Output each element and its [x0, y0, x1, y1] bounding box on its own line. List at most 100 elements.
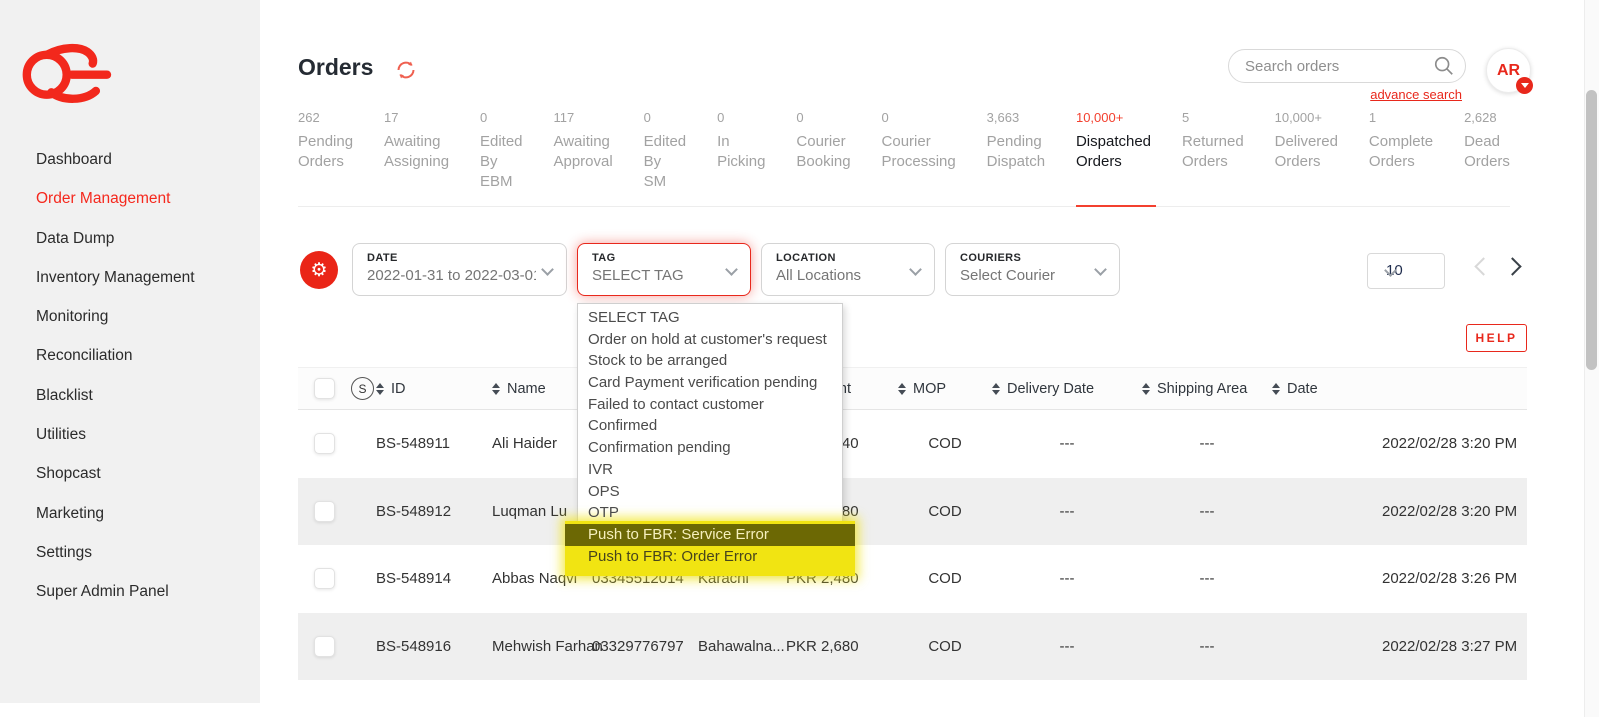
- sidebar-item-dashboard[interactable]: Dashboard: [0, 140, 260, 179]
- row-checkbox[interactable]: [314, 636, 335, 657]
- table-header-row: S ID Name Amount MOP Delivery Date Shipp…: [298, 367, 1527, 410]
- search-input[interactable]: [1228, 49, 1466, 83]
- table-row[interactable]: BS-548914Abbas Naqvi03345512014KarachiPK…: [298, 545, 1527, 613]
- tab-edited-by-ebm[interactable]: 0Edited By EBM: [480, 110, 523, 206]
- search-icon[interactable]: [1433, 55, 1455, 77]
- cell-id: BS-548914: [376, 570, 492, 587]
- tab-count: 0: [480, 110, 523, 125]
- tab-count: 17: [384, 110, 449, 125]
- column-header-date[interactable]: Date: [1272, 381, 1527, 397]
- sidebar-item-inventory-management[interactable]: Inventory Management: [0, 258, 260, 297]
- tab-returned-orders[interactable]: 5Returned Orders: [1182, 110, 1244, 206]
- avatar[interactable]: AR: [1486, 48, 1531, 93]
- column-header-shipping-area[interactable]: Shipping Area: [1142, 381, 1272, 397]
- tab-awaiting-approval[interactable]: 117Awaiting Approval: [553, 110, 612, 206]
- pager-next-button[interactable]: [1503, 257, 1521, 275]
- tag-filter-value: SELECT TAG: [592, 267, 720, 284]
- table-row[interactable]: BS-548912Luqman LuPKR 2,380COD------2022…: [298, 478, 1527, 546]
- tab-pending-dispatch[interactable]: 3,663Pending Dispatch: [987, 110, 1045, 206]
- pager-prev-button[interactable]: [1474, 257, 1492, 275]
- tab-dead-orders[interactable]: 2,628Dead Orders: [1464, 110, 1510, 206]
- help-button[interactable]: HELP: [1466, 324, 1527, 352]
- sort-icon[interactable]: [376, 383, 384, 395]
- sidebar-item-settings[interactable]: Settings: [0, 533, 260, 572]
- cell-id: BS-548912: [376, 503, 492, 520]
- avatar-chevron-down-icon[interactable]: [1516, 77, 1533, 94]
- row-checkbox[interactable]: [314, 433, 335, 454]
- tab-dispatched-orders[interactable]: 10,000+Dispatched Orders: [1076, 110, 1151, 206]
- chevron-down-icon: [909, 263, 922, 276]
- tag-option-push-to-fbr-order-error[interactable]: Push to FBR: Order Error: [565, 546, 855, 568]
- refresh-button[interactable]: [394, 58, 418, 82]
- tag-option-push-to-fbr-service-error[interactable]: Push to FBR: Service Error: [565, 524, 855, 546]
- sort-icon[interactable]: [492, 383, 500, 395]
- vertical-scrollbar-thumb[interactable]: [1586, 90, 1597, 370]
- tag-option-otp[interactable]: OTP: [578, 502, 842, 524]
- sort-icon[interactable]: [992, 383, 1000, 395]
- column-header-delivery-date[interactable]: Delivery Date: [992, 381, 1142, 397]
- tab-label: Returned Orders: [1182, 132, 1244, 172]
- cell-mop: COD: [898, 570, 992, 587]
- sidebar-item-utilities[interactable]: Utilities: [0, 415, 260, 454]
- sidebar-item-blacklist[interactable]: Blacklist: [0, 376, 260, 415]
- tag-option-ivr[interactable]: IVR: [578, 459, 842, 481]
- sidebar-item-monitoring[interactable]: Monitoring: [0, 297, 260, 336]
- table-row[interactable]: BS-548911Ali HaiderPKR 2,440COD------202…: [298, 410, 1527, 478]
- couriers-filter-dropdown[interactable]: COURIERS Select Courier: [945, 243, 1120, 296]
- tab-edited-by-sm[interactable]: 0Edited By SM: [644, 110, 687, 206]
- couriers-filter-label: COURIERS: [960, 252, 1089, 264]
- page-size-select[interactable]: 10: [1367, 253, 1445, 289]
- status-column-icon[interactable]: S: [351, 377, 374, 400]
- tag-option-stock-to-be-arranged[interactable]: Stock to be arranged: [578, 350, 842, 372]
- select-all-checkbox[interactable]: [314, 378, 335, 399]
- tag-filter-label: TAG: [592, 252, 720, 264]
- table-row[interactable]: BS-548916Mehwish Farhan03329776797Bahawa…: [298, 613, 1527, 681]
- page-title: Orders: [298, 54, 373, 81]
- tag-option-failed-to-contact-customer[interactable]: Failed to contact customer: [578, 394, 842, 416]
- tab-label: Awaiting Approval: [553, 132, 612, 172]
- orders-table: S ID Name Amount MOP Delivery Date Shipp…: [298, 367, 1527, 680]
- status-tabs: 262Pending Orders 17Awaiting Assigning 0Ed…: [298, 110, 1510, 207]
- cell-name: Mehwish Farhan: [492, 638, 592, 655]
- tab-label: Courier Booking: [796, 132, 850, 172]
- date-filter-dropdown[interactable]: DATE 2022-01-31 to 2022-03-01: [352, 243, 567, 296]
- avatar-initials: AR: [1497, 62, 1520, 80]
- vertical-scrollbar-track[interactable]: [1584, 0, 1599, 717]
- tab-awaiting-assigning[interactable]: 17Awaiting Assigning: [384, 110, 449, 206]
- sort-icon[interactable]: [1142, 383, 1150, 395]
- filter-settings-button[interactable]: ⚙: [300, 251, 338, 289]
- cell-amount: PKR 2,680: [786, 638, 898, 655]
- tag-option-select-tag[interactable]: SELECT TAG: [578, 307, 842, 329]
- column-header-id[interactable]: ID: [376, 381, 492, 397]
- column-header-mop[interactable]: MOP: [898, 381, 992, 397]
- tag-option-ops[interactable]: OPS: [578, 481, 842, 503]
- tab-complete-orders[interactable]: 1Complete Orders: [1369, 110, 1433, 206]
- sidebar-item-reconciliation[interactable]: Reconciliation: [0, 336, 260, 375]
- sidebar-item-shopcast[interactable]: Shopcast: [0, 454, 260, 493]
- tag-filter-dropdown[interactable]: TAG SELECT TAG: [577, 243, 751, 296]
- cell-mop: COD: [898, 435, 992, 452]
- tag-option-order-on-hold-at-customer-s-request[interactable]: Order on hold at customer's request: [578, 329, 842, 351]
- row-checkbox[interactable]: [314, 568, 335, 589]
- date-filter-label: DATE: [367, 252, 536, 264]
- tab-courier-processing[interactable]: 0Courier Processing: [882, 110, 956, 206]
- tab-pending-orders[interactable]: 262Pending Orders: [298, 110, 353, 206]
- tag-option-confirmed[interactable]: Confirmed: [578, 415, 842, 437]
- tag-option-confirmation-pending[interactable]: Confirmation pending: [578, 437, 842, 459]
- sidebar-item-super-admin-panel[interactable]: Super Admin Panel: [0, 572, 260, 611]
- cell-mop: COD: [898, 638, 992, 655]
- location-filter-value: All Locations: [776, 267, 904, 284]
- advance-search-link[interactable]: advance search: [1370, 87, 1462, 102]
- location-filter-dropdown[interactable]: LOCATION All Locations: [761, 243, 935, 296]
- tab-in-picking[interactable]: 0In Picking: [717, 110, 765, 206]
- tab-courier-booking[interactable]: 0Courier Booking: [796, 110, 850, 206]
- sort-icon[interactable]: [1272, 383, 1280, 395]
- sidebar-item-data-dump[interactable]: Data Dump: [0, 219, 260, 258]
- sort-icon[interactable]: [898, 383, 906, 395]
- tab-delivered-orders[interactable]: 10,000+Delivered Orders: [1275, 110, 1338, 206]
- tab-label: Courier Processing: [882, 132, 956, 172]
- sidebar-item-marketing[interactable]: Marketing: [0, 494, 260, 533]
- tag-option-card-payment-verification-pending[interactable]: Card Payment verification pending: [578, 372, 842, 394]
- sidebar-item-order-management[interactable]: Order Management: [0, 179, 260, 218]
- row-checkbox[interactable]: [314, 501, 335, 522]
